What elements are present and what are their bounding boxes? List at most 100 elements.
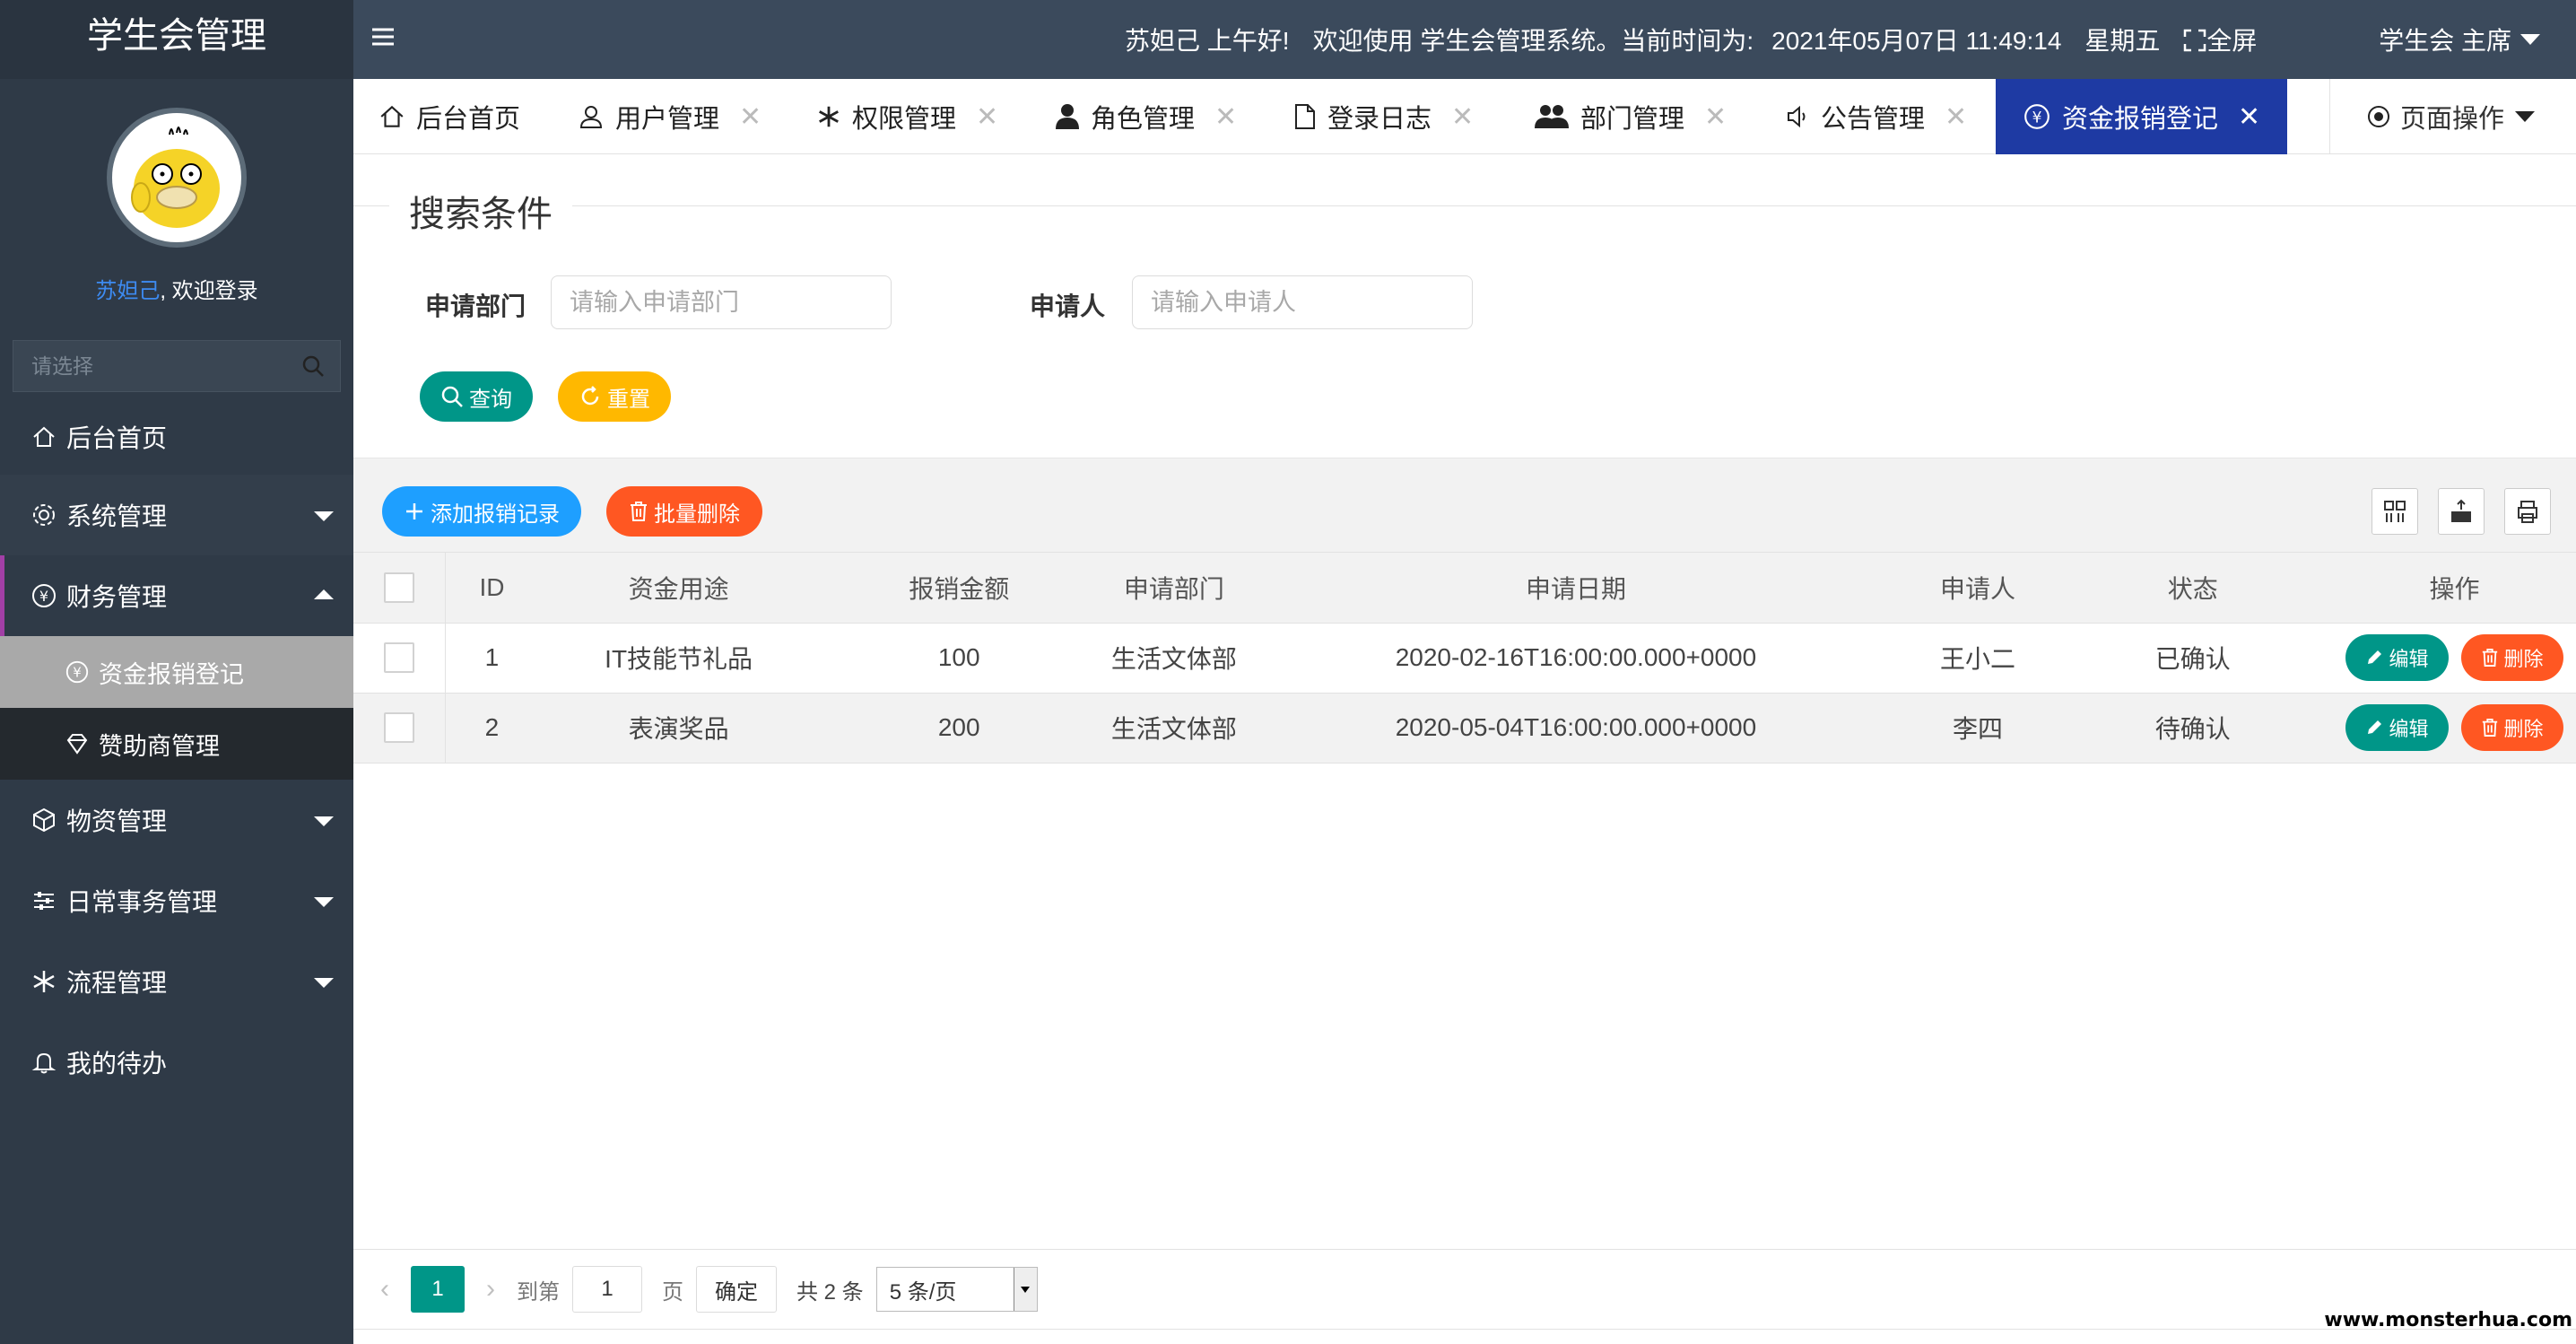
query-button[interactable]: 查询	[420, 371, 533, 422]
tab-label: 角色管理	[1091, 105, 1196, 134]
sidebar-subitem-reimbursement[interactable]: ¥ 资金报销登记	[0, 636, 353, 708]
sidebar-item-todo[interactable]: 我的待办	[0, 1022, 353, 1103]
cell-department: 生活文体部	[1099, 623, 1249, 694]
search-legend: 搜索条件	[389, 185, 572, 237]
cell-status: 已确认	[2052, 623, 2333, 694]
sidebar-item-system[interactable]: 系统管理	[0, 475, 353, 555]
sidebar-subitem-sponsor[interactable]: 赞助商管理	[0, 708, 353, 780]
tab-user-management[interactable]: 用户管理 ✕	[578, 79, 761, 154]
sidebar-search[interactable]	[13, 340, 341, 392]
print-button[interactable]	[2504, 488, 2551, 535]
delete-label: 删除	[2503, 718, 2544, 740]
weekday: 星期五	[2084, 27, 2161, 55]
select-all-checkbox[interactable]	[383, 572, 414, 604]
column-filter-button[interactable]	[2371, 488, 2418, 535]
close-icon[interactable]: ✕	[2238, 101, 2260, 133]
close-icon[interactable]: ✕	[1704, 101, 1727, 133]
tab-label: 部门管理	[1580, 105, 1685, 134]
sidebar-item-finance[interactable]: ¥ 财务管理	[0, 555, 353, 636]
search-icon[interactable]	[300, 353, 326, 383]
avatar[interactable]	[107, 108, 247, 248]
user-role-menu[interactable]: 学生会 主席	[2379, 22, 2540, 57]
current-page[interactable]: 1	[411, 1266, 465, 1313]
cell-department: 生活文体部	[1099, 693, 1249, 764]
reset-button[interactable]: 重置	[558, 371, 671, 422]
applicant-input[interactable]	[1132, 275, 1473, 329]
row-checkbox[interactable]	[383, 642, 414, 674]
sidebar-subitem-label: 资金报销登记	[99, 660, 244, 688]
next-page-icon[interactable]: ›	[486, 1274, 495, 1305]
batch-delete-label: 批量删除	[654, 502, 740, 527]
tab-permission-management[interactable]: 权限管理 ✕	[816, 79, 998, 154]
chevron-down-icon	[2520, 34, 2540, 45]
sidebar-item-home[interactable]: 后台首页	[0, 399, 353, 475]
sidebar-item-process[interactable]: 流程管理	[0, 941, 353, 1022]
col-header-purpose[interactable]: 资金用途	[538, 553, 819, 624]
sidebar-item-label: 物资管理	[66, 807, 168, 835]
user-name[interactable]: 苏妲己	[95, 279, 160, 303]
close-icon[interactable]: ✕	[1945, 101, 1967, 133]
tab-label: 后台首页	[416, 105, 521, 134]
tab-role-management[interactable]: 角色管理 ✕	[1055, 79, 1237, 154]
dept-input[interactable]	[551, 275, 892, 329]
app-title: 学生会管理	[0, 0, 353, 79]
yen-circle-icon: ¥	[65, 659, 90, 685]
finance-submenu: ¥ 资金报销登记 赞助商管理	[0, 636, 353, 780]
close-icon[interactable]: ✕	[1451, 101, 1474, 133]
tab-login-log[interactable]: 登录日志 ✕	[1293, 79, 1474, 154]
tab-bar: 后台首页 用户管理 ✕ 权限管理 ✕ 角色管理 ✕ 登录日志 ✕ 部门管理 ✕ 公告管理 ✕…	[353, 79, 2576, 154]
tab-fund-reimbursement[interactable]: ¥ 资金报销登记 ✕	[1996, 79, 2288, 154]
trash-icon	[629, 501, 648, 522]
page-operations-dropdown[interactable]: 页面操作	[2329, 79, 2576, 154]
close-icon[interactable]: ✕	[976, 101, 998, 133]
tab-announcement-management[interactable]: 公告管理 ✕	[1785, 79, 1967, 154]
close-icon[interactable]: ✕	[739, 101, 761, 133]
sidebar-subitem-label: 赞助商管理	[99, 732, 220, 760]
add-record-label: 添加报销记录	[431, 502, 560, 527]
edit-button[interactable]: 编辑	[2345, 634, 2449, 681]
add-record-button[interactable]: 添加报销记录	[382, 486, 581, 537]
batch-delete-button[interactable]: 批量删除	[606, 486, 762, 537]
goto-page-input[interactable]: 1	[572, 1266, 642, 1313]
svg-text:¥: ¥	[39, 588, 48, 605]
snowflake-icon	[816, 104, 841, 129]
tab-department-management[interactable]: 部门管理 ✕	[1534, 79, 1727, 154]
section-divider	[353, 458, 2576, 470]
tab-home[interactable]: 后台首页	[379, 79, 520, 154]
col-header-id[interactable]: ID	[445, 553, 539, 624]
col-header-department[interactable]: 申请部门	[1099, 553, 1249, 624]
col-header-amount[interactable]: 报销金额	[818, 553, 1100, 624]
delete-button[interactable]: 删除	[2460, 704, 2563, 751]
dept-label: 申请部门	[425, 292, 527, 320]
menu-toggle-icon[interactable]	[370, 23, 396, 57]
export-button[interactable]	[2438, 488, 2485, 535]
cell-amount: 100	[818, 623, 1100, 694]
fullscreen-button[interactable]: 全屏	[2183, 27, 2280, 55]
yen-circle-icon: ¥	[2023, 102, 2051, 131]
col-header-status[interactable]: 状态	[2052, 553, 2333, 624]
table-row[interactable]: 1 IT技能节礼品 100 生活文体部 2020-02-16T16:00:00.…	[353, 623, 2576, 694]
row-checkbox[interactable]	[383, 712, 414, 744]
col-header-applicant[interactable]: 申请人	[1902, 553, 2053, 624]
cell-amount: 200	[818, 693, 1100, 764]
table-row[interactable]: 2 表演奖品 200 生活文体部 2020-05-04T16:00:00.000…	[353, 693, 2576, 764]
delete-label: 删除	[2503, 648, 2544, 670]
chevron-down-icon	[314, 978, 334, 988]
sidebar-item-daily-affairs[interactable]: 日常事务管理	[0, 860, 353, 941]
tab-label: 权限管理	[852, 105, 957, 134]
delete-button[interactable]: 删除	[2460, 634, 2563, 681]
col-header-date[interactable]: 申请日期	[1249, 553, 1903, 624]
gear-icon	[29, 502, 59, 528]
cell-status: 待确认	[2052, 693, 2333, 764]
close-icon[interactable]: ✕	[1214, 101, 1237, 133]
sidebar-search-input[interactable]	[13, 341, 340, 391]
goto-confirm-button[interactable]: 确定	[696, 1266, 777, 1313]
speaker-icon	[1785, 104, 1810, 129]
table-toolbar: 添加报销记录 批量删除	[353, 470, 2576, 553]
prev-page-icon[interactable]: ‹	[380, 1274, 389, 1305]
cell-date: 2020-02-16T16:00:00.000+0000	[1249, 623, 1903, 694]
sidebar-item-materials[interactable]: 物资管理	[0, 780, 353, 860]
print-icon	[2518, 501, 2537, 523]
page-size-select[interactable]: 5 条/页	[875, 1267, 1038, 1312]
edit-button[interactable]: 编辑	[2345, 704, 2449, 751]
